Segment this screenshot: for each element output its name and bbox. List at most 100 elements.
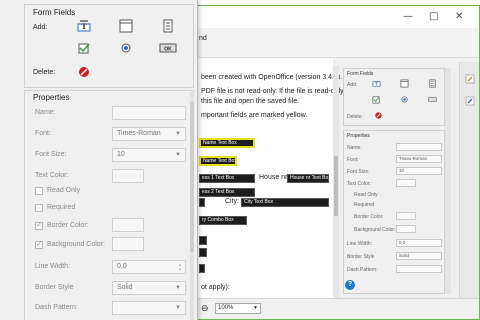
small-add-label: Add: [347, 82, 358, 88]
text-color-swatch[interactable] [112, 169, 144, 183]
radio-field[interactable] [199, 264, 205, 273]
small-border-style-label: Border Style [347, 254, 375, 260]
font-value: Times-Roman [117, 130, 161, 137]
small-background-color-swatch[interactable] [396, 225, 416, 233]
font-select[interactable]: Times-Roman ▼ [112, 127, 186, 141]
background-color-checkbox[interactable]: ✓ [35, 241, 43, 249]
list-icon[interactable] [428, 79, 437, 88]
border-style-select[interactable]: Solid ▼ [112, 281, 186, 295]
address-2-text-box[interactable]: ess 2 Text Box [199, 188, 255, 197]
close-button[interactable]: ✕ [455, 12, 463, 22]
text-field-icon[interactable]: T [77, 19, 91, 33]
small-border-style-select[interactable]: Solid [396, 252, 442, 260]
minimize-button[interactable]: — [403, 12, 413, 22]
delete-icon[interactable] [77, 65, 91, 79]
small-text-box[interactable] [199, 198, 205, 207]
doc-line-1: been created with OpenOffice (version 3.… [201, 74, 343, 81]
text-color-label: Text Color: [35, 172, 69, 179]
small-dash-pattern-label: Dash Pattern: [347, 267, 378, 273]
small-name-input[interactable] [396, 143, 442, 151]
properties-group: Properties Name: Font: Times-Roman ▼ Fon… [24, 90, 194, 320]
chevron-down-icon: ▼ [175, 131, 181, 137]
document-view: been created with OpenOffice (version 3.… [197, 58, 353, 298]
small-line-width-input[interactable]: 0,0 [396, 239, 442, 247]
scroll-thumb[interactable] [190, 102, 194, 252]
checkbox-field-2[interactable] [199, 248, 207, 257]
status-bar: ⊖ 100% ▼ [197, 298, 479, 319]
country-combo-box[interactable]: ry Combo Box [199, 216, 247, 225]
form-fields-title: Form Fields [33, 8, 76, 17]
radio-button-icon[interactable] [400, 95, 409, 104]
form-icon[interactable] [400, 79, 409, 88]
read-only-label: Read Only [47, 187, 81, 194]
zoom-out-icon[interactable]: ⊖ [201, 304, 209, 314]
small-border-color-swatch[interactable] [396, 212, 416, 220]
chevron-down-icon: ▼ [175, 152, 181, 158]
border-style-label: Border Style [35, 284, 74, 291]
menu-fragment[interactable]: nd [199, 35, 207, 42]
font-size-select[interactable]: 10 ▼ [112, 148, 186, 162]
doc-bottom-fragment: ot apply): [201, 284, 230, 291]
push-button-icon[interactable] [428, 95, 437, 104]
name-text-box-2[interactable]: Name Text Box [199, 156, 237, 166]
address-1-text-box[interactable]: ess 1 Text Box [199, 174, 255, 183]
name-text-box[interactable]: Name Text Box [199, 138, 255, 148]
radio-button-icon[interactable] [119, 41, 133, 55]
form-fields-icon[interactable] [465, 96, 475, 106]
small-delete-label: Delete: [347, 114, 363, 120]
spinner-arrows-icon[interactable]: ▲ ▼ [178, 262, 182, 272]
toolbar [197, 28, 479, 58]
form-icon[interactable] [119, 19, 133, 33]
city-text-box[interactable]: City Text Box [241, 198, 329, 207]
doc-line-4: mportant fields are marked yellow. [201, 112, 308, 119]
read-only-checkbox[interactable] [35, 187, 43, 195]
background-color-swatch[interactable] [112, 237, 144, 251]
name-input[interactable] [112, 106, 186, 120]
small-name-label: Name: [347, 145, 362, 151]
zoom-value: 100% [218, 305, 234, 311]
border-color-swatch[interactable] [112, 218, 144, 232]
help-icon[interactable]: ? [345, 280, 355, 290]
border-color-label: Border Color: [47, 222, 89, 229]
zoom-select[interactable]: 100% ▼ [215, 303, 261, 314]
small-font-size-label: Font Size: [347, 169, 370, 175]
small-dash-pattern-select[interactable] [396, 265, 442, 273]
background-color-label: Background Color: [47, 241, 105, 248]
properties-title: Properties [33, 93, 70, 102]
font-size-value: 10 [117, 151, 125, 158]
small-text-color-swatch[interactable] [396, 179, 416, 187]
text-field-icon[interactable]: T [372, 79, 381, 88]
small-font-select[interactable]: Times-Roman [396, 155, 442, 163]
checkbox-icon[interactable] [77, 41, 91, 55]
house-nr-label: House nr: [259, 174, 290, 181]
city-label: City: [225, 198, 239, 205]
small-properties-group: Properties Name: Font: Times-Roman Font … [343, 130, 445, 294]
side-toolbar [459, 62, 479, 298]
small-panel-scrollbar[interactable] [445, 68, 451, 294]
scroll-thumb[interactable] [334, 156, 338, 216]
border-color-checkbox[interactable]: ✓ [35, 222, 43, 230]
delete-icon[interactable] [374, 111, 383, 120]
font-label: Font: [35, 130, 51, 137]
required-checkbox[interactable] [35, 204, 43, 212]
border-style-value: Solid [117, 284, 133, 291]
document-scrollbar[interactable] [333, 66, 339, 298]
small-required-label: Required [354, 202, 375, 208]
properties-scrollbar[interactable] [190, 92, 194, 320]
small-form-fields-group: Form Fields Add: T Delete: [343, 68, 445, 126]
edit-icon[interactable] [465, 74, 475, 84]
house-nr-text-box[interactable]: House nr Text Box [287, 174, 329, 183]
small-font-size-select[interactable]: 10 [396, 167, 442, 175]
list-icon[interactable] [161, 19, 175, 33]
checkbox-icon[interactable] [372, 95, 381, 104]
line-width-label: Line Width: [35, 263, 71, 270]
svg-text:T: T [81, 22, 87, 31]
maximize-button[interactable]: □ [429, 12, 438, 22]
form-fields-group: Form Fields Add: T OK Delete: [24, 4, 194, 88]
dash-pattern-select[interactable]: ▼ [112, 301, 186, 315]
checkbox-field-1[interactable] [199, 236, 207, 245]
line-width-input[interactable]: 0,0 ▲ ▼ [112, 260, 186, 274]
chevron-down-icon: ▼ [175, 285, 181, 291]
push-button-icon[interactable]: OK [159, 41, 177, 55]
ok-button-label: OK [164, 47, 172, 53]
